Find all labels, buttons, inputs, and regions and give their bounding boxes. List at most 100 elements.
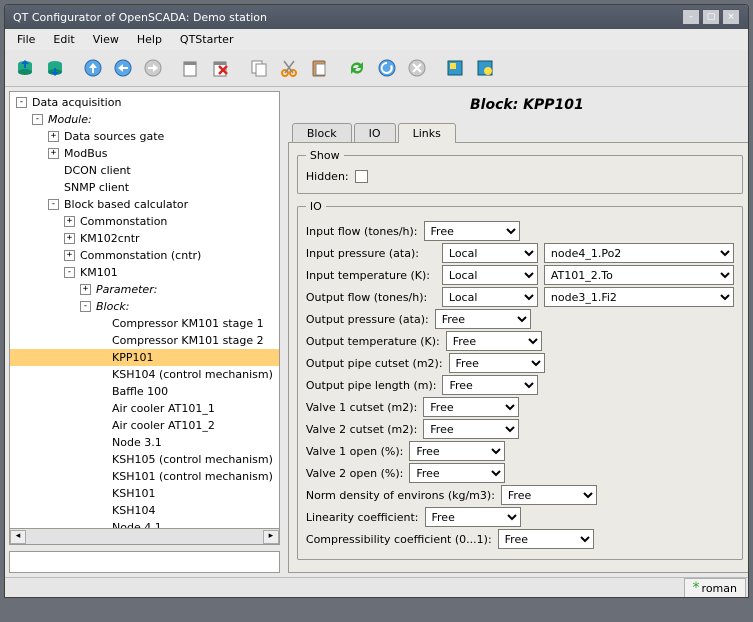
db-load-icon[interactable]: [11, 54, 39, 82]
tree-spacer: [96, 505, 107, 516]
tab-links[interactable]: Links: [398, 123, 456, 143]
expand-icon[interactable]: +: [64, 216, 75, 227]
tree-item-label: KSH104: [110, 504, 157, 517]
tree-spacer: [96, 369, 107, 380]
scroll-right-icon[interactable]: ▸: [263, 530, 279, 544]
menu-file[interactable]: File: [9, 31, 43, 48]
nav-back-icon[interactable]: [109, 54, 137, 82]
collapse-icon[interactable]: -: [32, 114, 43, 125]
copy-icon[interactable]: [245, 54, 273, 82]
tree-item[interactable]: KSH104 (control mechanism): [10, 366, 279, 383]
tree-item-label: Node 4.1: [110, 521, 164, 529]
menu-qtstarter[interactable]: QTStarter: [172, 31, 242, 48]
expand-icon[interactable]: +: [64, 233, 75, 244]
tree-item[interactable]: Compressor KM101 stage 1: [10, 315, 279, 332]
tree-item[interactable]: KSH105 (control mechanism): [10, 451, 279, 468]
hidden-checkbox[interactable]: [355, 170, 368, 183]
tree-item[interactable]: DCON client: [10, 162, 279, 179]
io-mode-select[interactable]: Free: [501, 485, 597, 505]
io-mode-select[interactable]: Free: [423, 419, 519, 439]
refresh-icon[interactable]: [343, 54, 371, 82]
collapse-icon[interactable]: -: [80, 301, 91, 312]
close-button[interactable]: ×: [722, 9, 740, 25]
tree-item-label: Data acquisition: [30, 96, 123, 109]
tree-item[interactable]: KSH104: [10, 502, 279, 519]
tree-item[interactable]: KSH101: [10, 485, 279, 502]
menu-edit[interactable]: Edit: [45, 31, 82, 48]
tree-item[interactable]: KPP101: [10, 349, 279, 366]
tree-item[interactable]: Compressor KM101 stage 2: [10, 332, 279, 349]
collapse-icon[interactable]: -: [16, 97, 27, 108]
tree-spacer: [48, 165, 59, 176]
io-row: Output temperature (K):Free: [306, 331, 734, 351]
io-link-select[interactable]: node3_1.Fi2: [544, 287, 734, 307]
tree-item[interactable]: +Data sources gate: [10, 128, 279, 145]
io-row: Linearity coefficient:Free: [306, 507, 734, 527]
tree-item[interactable]: -Data acquisition: [10, 94, 279, 111]
io-mode-select[interactable]: Free: [449, 353, 545, 373]
tree-item[interactable]: +Commonstation (cntr): [10, 247, 279, 264]
io-label: Output pressure (ata):: [306, 313, 429, 326]
nav-forward-icon[interactable]: [139, 54, 167, 82]
tree-item-label: SNMP client: [62, 181, 131, 194]
tree-item[interactable]: SNMP client: [10, 179, 279, 196]
io-mode-select[interactable]: Free: [409, 463, 505, 483]
tab-io[interactable]: IO: [354, 123, 396, 143]
status-user[interactable]: *roman: [684, 578, 746, 598]
io-mode-select[interactable]: Free: [424, 221, 520, 241]
tree-item[interactable]: -Module:: [10, 111, 279, 128]
tree-item[interactable]: -KM101: [10, 264, 279, 281]
statusbar: *roman: [5, 577, 748, 597]
cut-icon[interactable]: [275, 54, 303, 82]
io-mode-select[interactable]: Free: [498, 529, 594, 549]
io-link-select[interactable]: AT101_2.To: [544, 265, 734, 285]
run-icon[interactable]: [373, 54, 401, 82]
expand-icon[interactable]: +: [80, 284, 91, 295]
io-link-select[interactable]: node4_1.Po2: [544, 243, 734, 263]
tree-item[interactable]: Air cooler AT101_1: [10, 400, 279, 417]
nav-tree[interactable]: -Data acquisition-Module:+Data sources g…: [9, 91, 280, 529]
scroll-left-icon[interactable]: ◂: [10, 530, 26, 544]
expand-icon[interactable]: +: [48, 131, 59, 142]
tree-item[interactable]: -Block:: [10, 298, 279, 315]
io-mode-select[interactable]: Free: [409, 441, 505, 461]
tree-item[interactable]: KSH101 (control mechanism): [10, 468, 279, 485]
collapse-icon[interactable]: -: [64, 267, 75, 278]
db-save-icon[interactable]: [41, 54, 69, 82]
module1-icon[interactable]: [441, 54, 469, 82]
io-mode-select[interactable]: Free: [435, 309, 531, 329]
tree-hscrollbar[interactable]: ◂ ▸: [9, 529, 280, 545]
tree-item[interactable]: +Commonstation: [10, 213, 279, 230]
tree-item[interactable]: +Parameter:: [10, 281, 279, 298]
minimize-button[interactable]: –: [682, 9, 700, 25]
expand-icon[interactable]: +: [64, 250, 75, 261]
tree-item[interactable]: -Block based calculator: [10, 196, 279, 213]
paste-icon[interactable]: [305, 54, 333, 82]
io-mode-select[interactable]: Local: [442, 265, 538, 285]
stop-icon[interactable]: [403, 54, 431, 82]
tree-item[interactable]: Node 4.1: [10, 519, 279, 529]
menu-view[interactable]: View: [85, 31, 127, 48]
io-mode-select[interactable]: Local: [442, 287, 538, 307]
page-title: Block: KPP101: [288, 91, 749, 123]
maximize-button[interactable]: ▢: [702, 9, 720, 25]
tree-item[interactable]: +ModBus: [10, 145, 279, 162]
module2-icon[interactable]: [471, 54, 499, 82]
expand-icon[interactable]: +: [48, 148, 59, 159]
io-mode-select[interactable]: Free: [442, 375, 538, 395]
item-delete-icon[interactable]: [207, 54, 235, 82]
path-input[interactable]: [9, 551, 280, 573]
tree-item[interactable]: +KM102cntr: [10, 230, 279, 247]
tree-item[interactable]: Air cooler AT101_2: [10, 417, 279, 434]
io-mode-select[interactable]: Local: [442, 243, 538, 263]
io-mode-select[interactable]: Free: [446, 331, 542, 351]
menu-help[interactable]: Help: [129, 31, 170, 48]
io-mode-select[interactable]: Free: [425, 507, 521, 527]
item-add-icon[interactable]: [177, 54, 205, 82]
tree-item[interactable]: Baffle 100: [10, 383, 279, 400]
collapse-icon[interactable]: -: [48, 199, 59, 210]
tab-block[interactable]: Block: [292, 123, 352, 143]
tree-item[interactable]: Node 3.1: [10, 434, 279, 451]
nav-up-icon[interactable]: [79, 54, 107, 82]
io-mode-select[interactable]: Free: [423, 397, 519, 417]
